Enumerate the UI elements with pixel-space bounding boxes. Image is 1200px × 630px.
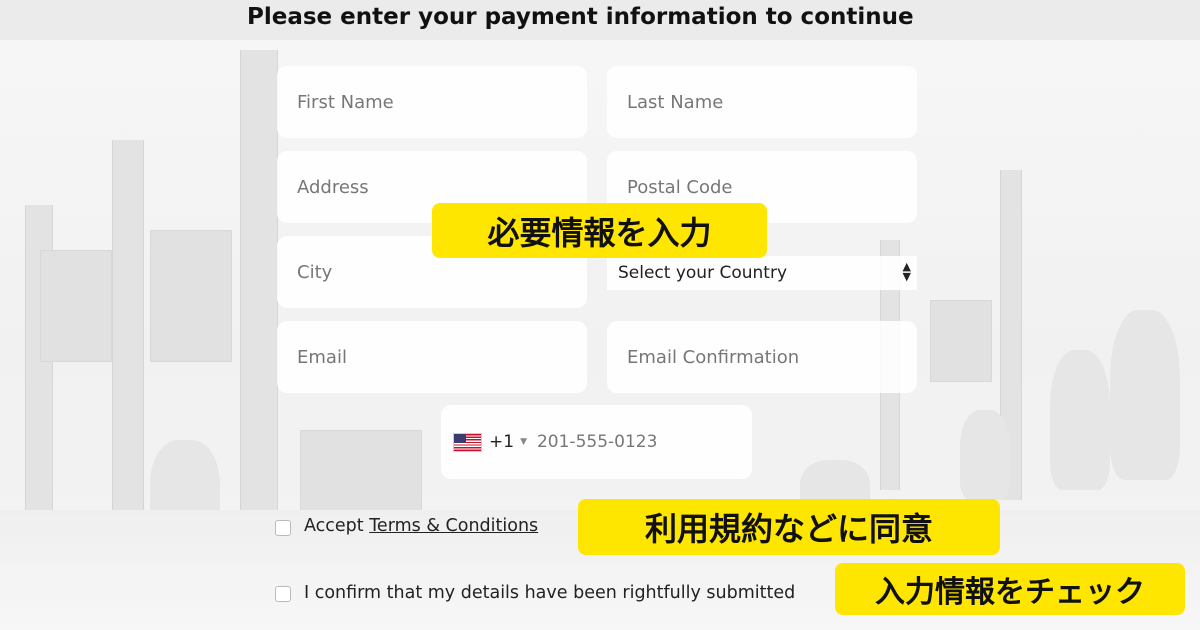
accept-prefix: Accept — [304, 516, 370, 536]
email-field[interactable]: Email — [277, 321, 587, 393]
callout-enter-info: 必要情報を入力 — [432, 203, 767, 258]
phone-field[interactable]: +1 ▼ 201-555-0123 — [441, 405, 752, 479]
last-name-field[interactable]: Last Name — [607, 66, 917, 138]
country-select[interactable]: Select your Country ▲ ▼ — [607, 256, 917, 290]
terms-link[interactable]: Terms & Conditions — [369, 516, 538, 536]
confirm-details-label: I confirm that my details have been righ… — [304, 583, 796, 603]
phone-input[interactable]: 201-555-0123 — [537, 432, 657, 452]
callout-agree-terms: 利用規約などに同意 — [578, 499, 1000, 555]
dial-code[interactable]: +1 — [489, 432, 514, 452]
callout-check-info: 入力情報をチェック — [835, 563, 1185, 615]
accept-terms-checkbox[interactable] — [275, 520, 291, 536]
chevron-down-icon[interactable]: ▼ — [520, 437, 527, 447]
accept-terms-label: Accept Terms & Conditions — [304, 516, 538, 536]
us-flag-icon[interactable] — [453, 432, 482, 452]
confirm-details-checkbox[interactable] — [275, 586, 291, 602]
first-name-field[interactable]: First Name — [277, 66, 587, 138]
email-confirmation-field[interactable]: Email Confirmation — [607, 321, 917, 393]
updown-arrows-icon: ▲ ▼ — [902, 260, 911, 283]
page-title: Please enter your payment information to… — [247, 4, 914, 30]
country-select-label: Select your Country — [618, 263, 788, 283]
